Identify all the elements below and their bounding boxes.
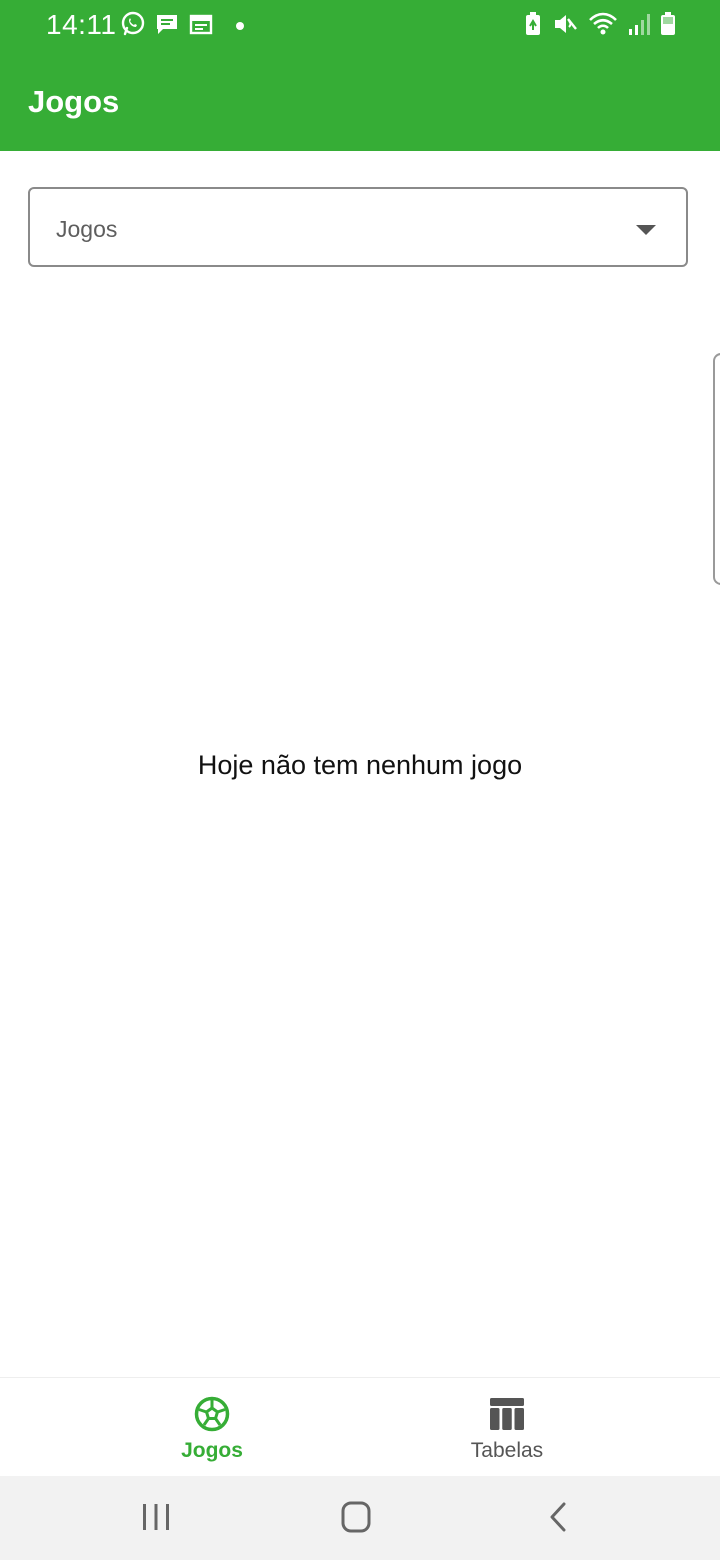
battery-icon (660, 11, 676, 42)
calendar-icon (188, 11, 214, 42)
whatsapp-icon (120, 11, 146, 42)
screen: 14:11 Jogos Jogos Hoje não tem nenhum jo… (0, 0, 720, 1560)
wifi-icon (588, 11, 618, 42)
nav-label-jogos: Jogos (181, 1439, 243, 1462)
nav-item-tabelas[interactable]: Tabelas (407, 1378, 607, 1477)
status-time: 14:11 (46, 9, 117, 40)
dot-icon (236, 22, 244, 30)
signal-icon (628, 11, 650, 42)
side-panel-handle[interactable] (713, 353, 720, 585)
system-nav-bar (0, 1476, 720, 1560)
nav-item-jogos[interactable]: Jogos (112, 1378, 312, 1477)
nav-label-tabelas: Tabelas (470, 1439, 544, 1462)
bottom-nav: Jogos Tabelas (0, 1377, 720, 1476)
battery-saver-icon (524, 11, 542, 42)
mute-icon (552, 11, 578, 42)
chevron-down-icon (636, 225, 656, 235)
select-value: Jogos (56, 216, 118, 242)
soccer-ball-icon (194, 1396, 230, 1432)
status-right-icons (524, 11, 676, 42)
category-select[interactable]: Jogos (28, 187, 688, 267)
app-bar: Jogos (0, 52, 720, 151)
back-icon[interactable] (536, 1496, 580, 1540)
recents-icon[interactable] (134, 1496, 178, 1540)
status-left-icons (120, 11, 244, 42)
message-icon (154, 11, 180, 42)
page-title: Jogos (28, 84, 120, 119)
status-bar: 14:11 (0, 0, 720, 52)
table-icon (489, 1396, 525, 1432)
home-icon[interactable] (334, 1496, 378, 1540)
empty-state-message: Hoje não tem nenhum jogo (197, 750, 523, 780)
